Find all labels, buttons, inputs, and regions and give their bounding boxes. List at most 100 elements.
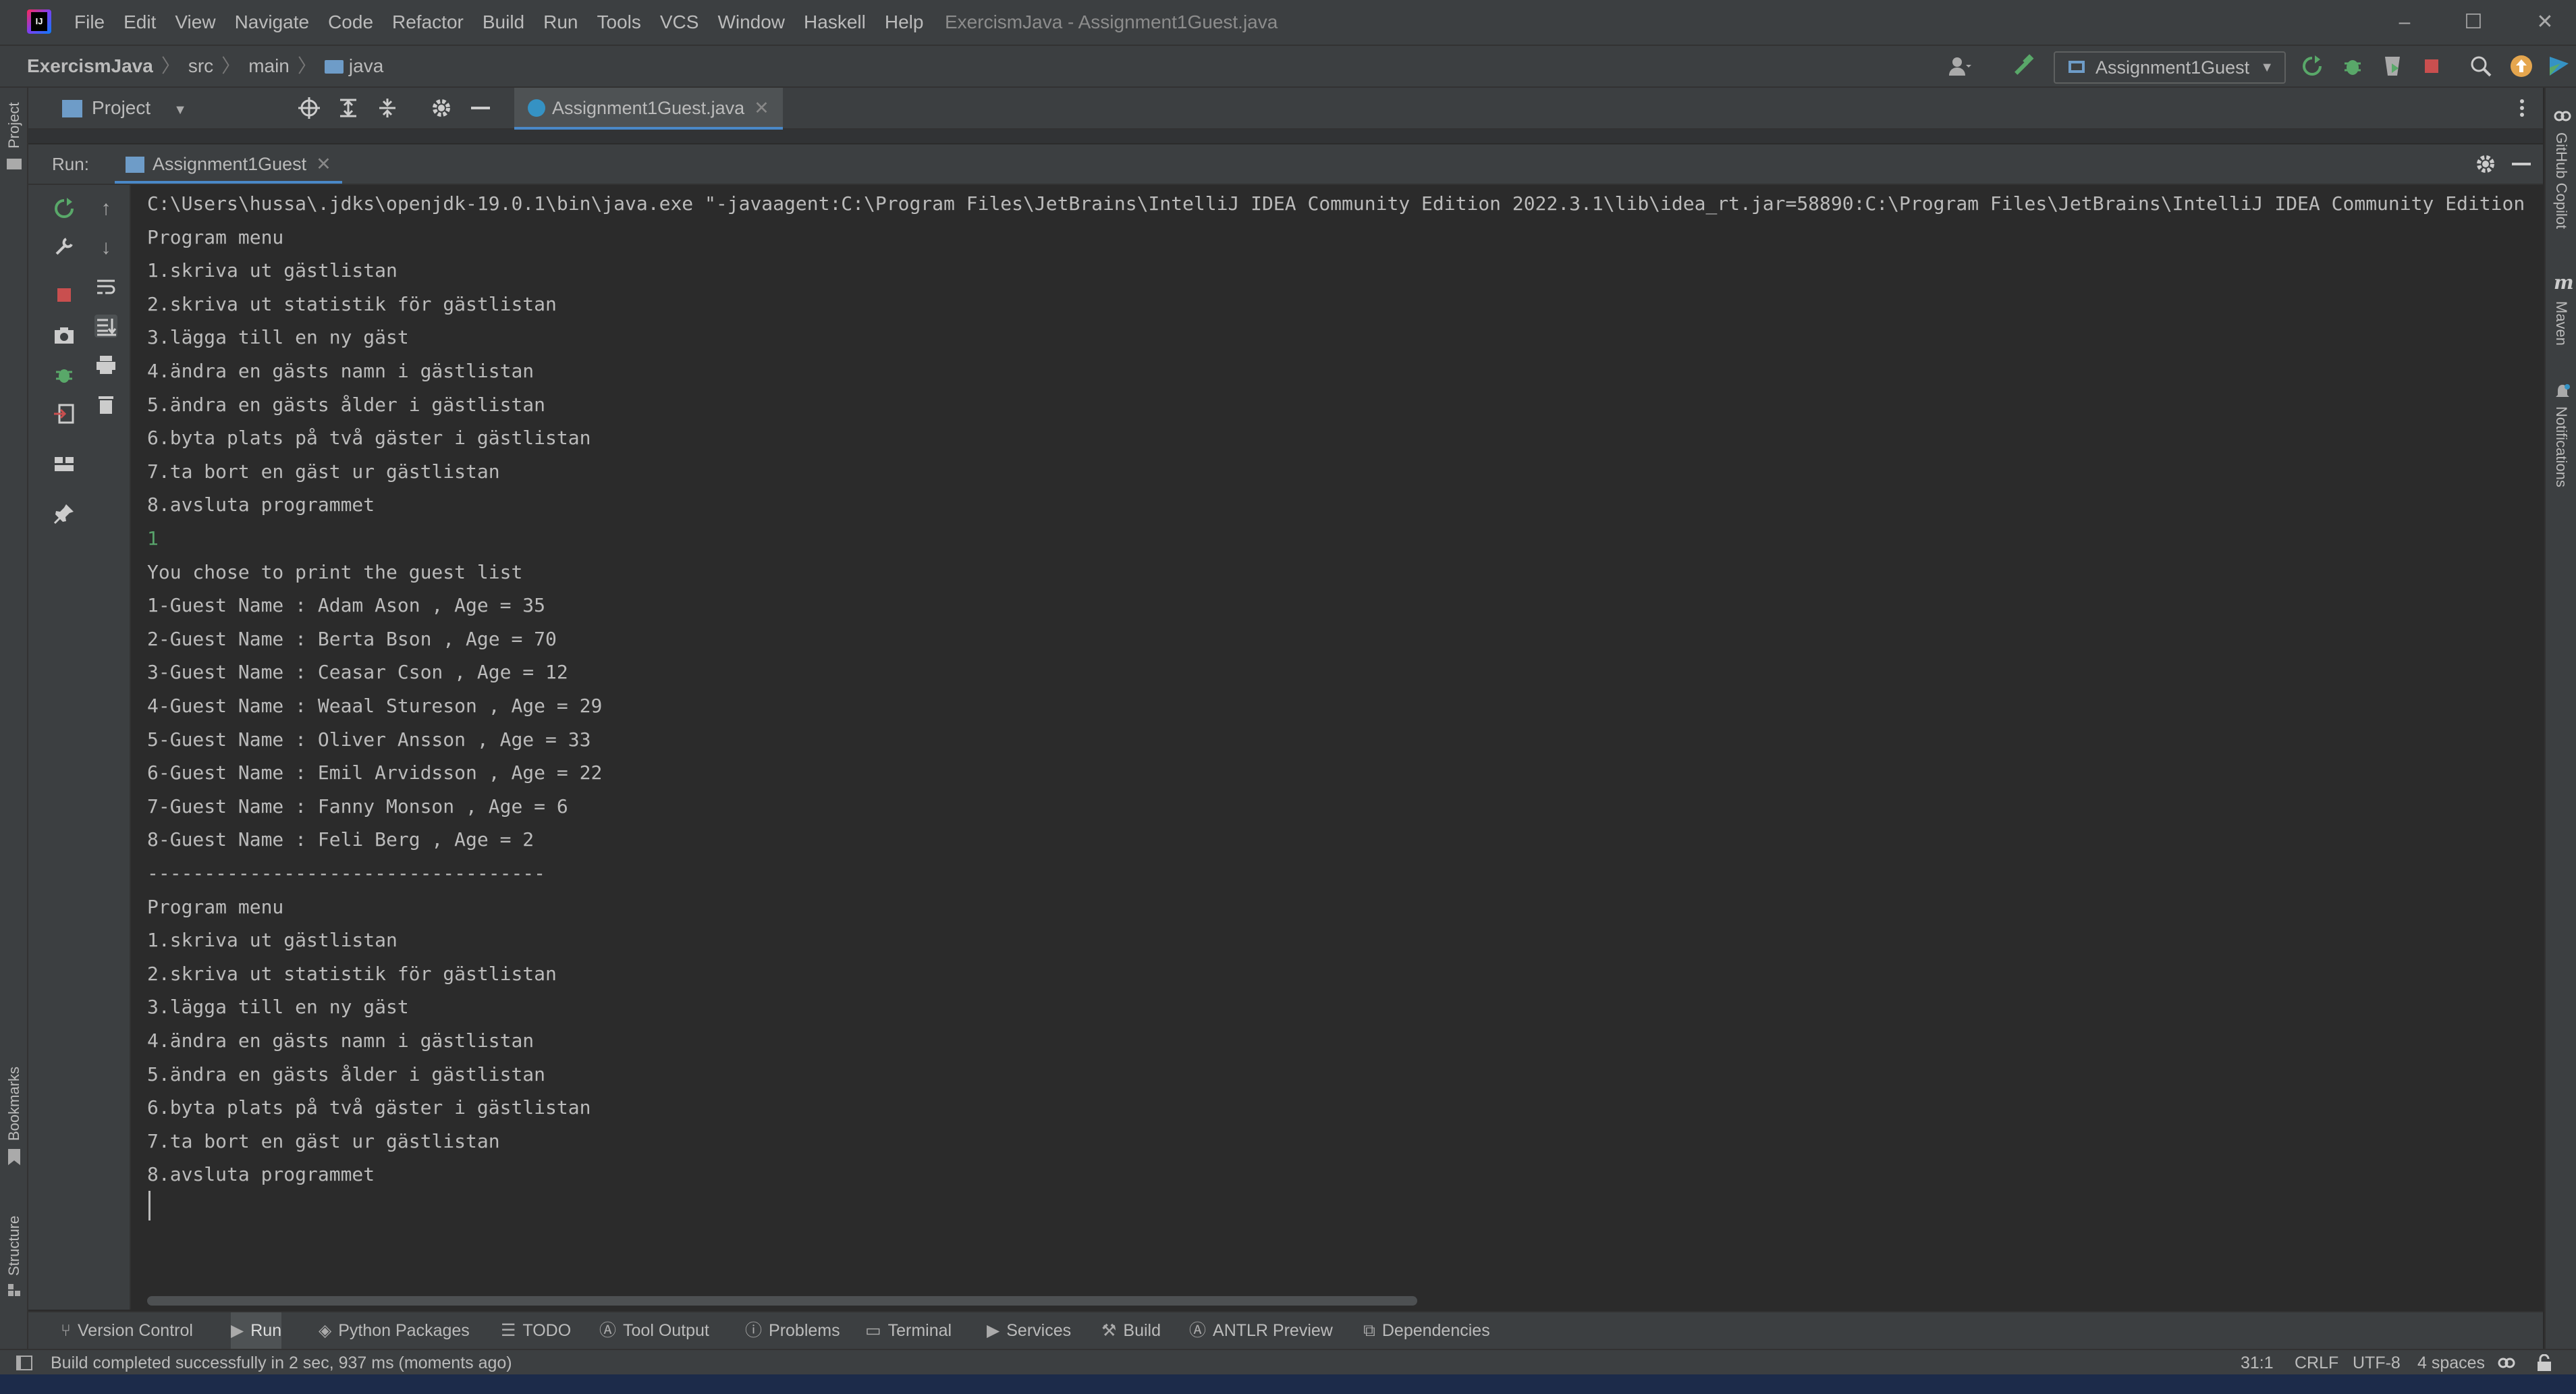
bottom-tab-version-control[interactable]: ⑂ Version Control — [61, 1312, 193, 1349]
hide-panel-icon[interactable] — [2512, 163, 2531, 165]
copilot-icon[interactable] — [2554, 108, 2571, 124]
bottom-tab-terminal[interactable]: ▭ Terminal — [865, 1312, 952, 1349]
folder-icon — [324, 60, 344, 74]
menu-view[interactable]: View — [175, 0, 215, 45]
wrench-icon[interactable] — [53, 235, 76, 258]
run-config-selector[interactable]: Assignment1Guest ▼ — [2054, 51, 2286, 84]
menu-vcs[interactable]: VCS — [660, 0, 699, 45]
breadcrumb-src[interactable]: src — [188, 55, 213, 76]
tool-copilot-label[interactable]: GitHub Copilot — [2552, 132, 2570, 229]
menu-tools[interactable]: Tools — [597, 0, 640, 45]
locate-icon[interactable] — [298, 97, 320, 119]
maximize-button[interactable]: ☐ — [2443, 0, 2504, 45]
exit-icon[interactable] — [53, 402, 76, 425]
run-tab-assignment1guest[interactable]: Assignment1Guest ✕ — [115, 144, 342, 184]
minimize-button[interactable]: – — [2374, 0, 2435, 45]
tool-maven-label[interactable]: Maven — [2552, 301, 2570, 346]
console-line: 7.ta bort en gäst ur gästlistan — [147, 1129, 500, 1152]
tool-structure-label[interactable]: Structure — [5, 1216, 23, 1276]
intellij-logo-icon[interactable] — [27, 9, 51, 34]
java-config-icon — [2068, 61, 2085, 73]
bottom-tab-run[interactable]: ▶ Run — [231, 1312, 282, 1349]
close-tab-icon[interactable]: ✕ — [754, 98, 769, 118]
coverage-icon[interactable] — [2381, 54, 2405, 78]
layout-icon[interactable] — [53, 452, 76, 475]
menu-build[interactable]: Build — [483, 0, 524, 45]
close-window-button[interactable]: ✕ — [2515, 0, 2575, 45]
maven-icon[interactable]: m — [2554, 271, 2574, 294]
plugin-icon[interactable] — [2547, 54, 2571, 78]
rerun-icon[interactable] — [53, 197, 76, 220]
bottom-tab-services[interactable]: ▶ Services — [987, 1312, 1071, 1349]
gear-icon[interactable] — [431, 97, 452, 119]
bottom-tab-dependencies[interactable]: ⧉ Dependencies — [1363, 1312, 1490, 1349]
arrow-up-icon[interactable]: ↑ — [94, 197, 117, 220]
structure-icon[interactable] — [8, 1284, 22, 1297]
soft-wrap-icon[interactable] — [94, 275, 117, 298]
breadcrumb-project[interactable]: ExercismJava — [27, 55, 153, 76]
gear-icon[interactable] — [2475, 153, 2496, 175]
console-line: 1-Guest Name : Adam Ason , Age = 35 — [147, 594, 546, 617]
camera-icon[interactable] — [53, 324, 76, 347]
menu-file[interactable]: File — [74, 0, 105, 45]
project-folder-icon[interactable] — [7, 157, 22, 170]
pin-icon[interactable] — [53, 502, 76, 525]
bottom-tab-label: Problems — [769, 1321, 840, 1340]
indent-setting[interactable]: 4 spaces — [2417, 1350, 2485, 1376]
bottom-tab-label: Build — [1123, 1321, 1161, 1340]
menu-edit[interactable]: Edit — [124, 0, 156, 45]
file-encoding[interactable]: UTF-8 — [2353, 1350, 2401, 1376]
collapse-all-icon[interactable] — [377, 97, 398, 119]
bottom-tab-problems[interactable]: ⓘ Problems — [745, 1312, 840, 1349]
tool-notifications-label[interactable]: Notifications — [2552, 406, 2570, 487]
lock-icon[interactable] — [2536, 1354, 2552, 1372]
search-icon[interactable] — [2469, 54, 2493, 78]
stop-icon[interactable] — [2419, 54, 2444, 78]
bottom-tab-tool-output[interactable]: Ⓐ Tool Output — [599, 1312, 709, 1349]
breadcrumb-java[interactable]: java — [349, 55, 383, 76]
close-tab-icon[interactable]: ✕ — [316, 154, 331, 174]
print-icon[interactable] — [94, 354, 117, 377]
bottom-tab-antlr-preview[interactable]: Ⓐ ANTLR Preview — [1189, 1312, 1333, 1349]
more-options-icon[interactable] — [2519, 97, 2525, 119]
rerun-icon[interactable] — [2300, 54, 2324, 78]
project-view-selector[interactable]: Project ▼ — [62, 88, 187, 130]
menu-code[interactable]: Code — [328, 0, 373, 45]
menu-run[interactable]: Run — [543, 0, 578, 45]
tool-project-label[interactable]: Project — [5, 103, 23, 149]
menu-refactor[interactable]: Refactor — [392, 0, 464, 45]
line-separator[interactable]: CRLF — [2295, 1350, 2338, 1376]
tool-bookmarks-label[interactable]: Bookmarks — [5, 1067, 23, 1141]
hide-panel-icon[interactable] — [471, 107, 490, 109]
menu-navigate[interactable]: Navigate — [235, 0, 310, 45]
horizontal-scrollbar[interactable] — [147, 1296, 1417, 1306]
editor-tab-assignment1guest[interactable]: Assignment1Guest.java ✕ — [514, 88, 783, 130]
debug-icon[interactable] — [2340, 54, 2365, 78]
bottom-tab-todo[interactable]: ☰ TODO — [501, 1312, 571, 1349]
update-icon[interactable] — [2509, 54, 2533, 78]
bookmark-icon[interactable] — [8, 1149, 20, 1165]
bottom-tab-python-packages[interactable]: ◈ Python Packages — [319, 1312, 470, 1349]
panel-toggle-icon[interactable] — [16, 1356, 32, 1370]
cursor-position[interactable]: 31:1 — [2241, 1350, 2274, 1376]
menu-haskell[interactable]: Haskell — [804, 0, 866, 45]
bell-icon[interactable] — [2555, 383, 2570, 400]
output-icon: Ⓐ — [599, 1321, 617, 1340]
trash-icon[interactable] — [94, 393, 117, 416]
bottom-tab-build[interactable]: ⚒ Build — [1101, 1312, 1161, 1349]
expand-all-icon[interactable] — [337, 97, 359, 119]
breadcrumb-main[interactable]: main — [248, 55, 290, 76]
stop-icon[interactable] — [53, 284, 76, 306]
arrow-down-icon[interactable]: ↓ — [94, 236, 117, 259]
scroll-to-end-icon[interactable] — [94, 315, 117, 338]
status-message[interactable]: Build completed successfully in 2 sec, 9… — [51, 1350, 512, 1376]
play-icon: ▶ — [231, 1321, 244, 1340]
build-hammer-icon[interactable] — [2011, 54, 2035, 78]
console-output[interactable]: C:\Users\hussa\.jdks\openjdk-19.0.1\bin\… — [131, 185, 2543, 1310]
copilot-icon[interactable] — [2497, 1354, 2516, 1372]
java-class-icon — [528, 99, 545, 117]
debug-bug-icon[interactable] — [53, 363, 76, 386]
menu-help[interactable]: Help — [885, 0, 924, 45]
user-icon[interactable] — [1947, 54, 1971, 78]
menu-window[interactable]: Window — [717, 0, 785, 45]
